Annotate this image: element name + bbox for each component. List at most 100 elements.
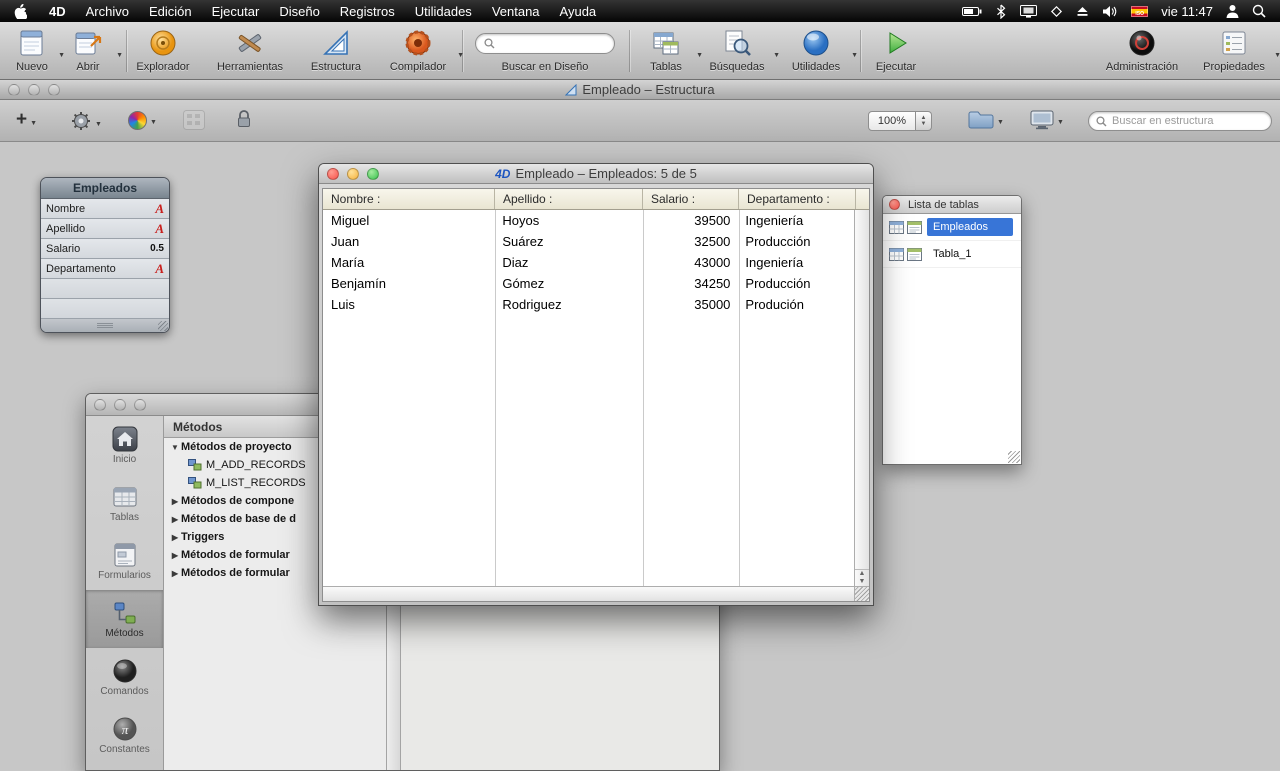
vertical-scrollbar[interactable]: ▲▼ [854,210,869,586]
toolbar-tablas-button[interactable]: ▼ Tablas [638,25,694,73]
structure-field-row[interactable]: Nombre A [41,199,169,219]
apple-menu[interactable] [0,4,39,19]
color-button[interactable]: ▼ [128,111,157,130]
add-object-button[interactable]: +▼ [16,109,37,131]
folder-button[interactable]: ▼ [968,110,1004,130]
volume-icon[interactable] [1102,5,1118,18]
disclosure-closed-icon[interactable]: ▶ [169,497,181,506]
toolbar-nuevo-button[interactable]: ▼ Nuevo [8,25,56,73]
structure-table-empleados[interactable]: Empleados Nombre A Apellido A Salario 0.… [40,177,170,333]
zoom-stepper[interactable]: ▲▼ [916,111,932,131]
records-titlebar[interactable]: 4D Empleado – Empleados: 5 de 5 [319,164,873,184]
disclosure-open-icon[interactable]: ▼ [169,443,181,452]
list-item-tabla1[interactable]: Tabla_1 [883,241,1021,268]
sidebar-item-constantes[interactable]: π Constantes [86,706,163,764]
sidebar-item-comandos[interactable]: Comandos [86,648,163,706]
chevron-down-icon: ▼ [30,120,37,127]
toolbar-abrir-button[interactable]: ▼ Abrir [62,25,114,73]
menu-item-4d[interactable]: 4D [39,0,76,22]
close-button[interactable] [889,199,900,210]
structure-field-row[interactable]: Departamento A [41,259,169,279]
display-mode-button[interactable] [183,110,205,130]
resize-grip[interactable] [1008,451,1020,463]
toolbar-herramientas-button[interactable]: Herramientas [206,25,294,73]
menu-clock[interactable]: vie 11:47 [1161,4,1213,19]
minimize-button[interactable] [347,168,359,180]
resize-grip[interactable] [854,586,869,601]
lock-button[interactable] [236,109,252,129]
menu-item-archivo[interactable]: Archivo [76,0,139,22]
minimize-button[interactable] [114,399,126,411]
battery-icon[interactable] [962,6,982,17]
structure-window-titlebar[interactable]: Empleado – Estructura [0,80,1280,100]
toolbar-estructura-button[interactable]: Estructura [301,25,371,73]
menu-item-edicion[interactable]: Edición [139,0,202,22]
palette-titlebar[interactable]: Lista de tablas [883,196,1021,214]
spotlight-search-icon[interactable] [1252,4,1266,18]
zoom-button[interactable] [367,168,379,180]
column-header-nombre[interactable]: Nombre : [323,189,495,209]
disclosure-closed-icon[interactable]: ▶ [169,569,181,578]
display-button[interactable]: ▼ [1030,110,1064,130]
structure-search-input[interactable] [1112,115,1264,127]
design-search-input[interactable] [500,37,606,49]
column-header-salario[interactable]: Salario : [643,189,739,209]
toolbar-utilidades-button[interactable]: ▼ Utilidades [783,25,849,73]
sidebar-item-inicio[interactable]: Inicio [86,416,163,474]
disclosure-closed-icon[interactable]: ▶ [169,551,181,560]
structure-field-row[interactable]: Salario 0.5 [41,239,169,259]
structure-field-row[interactable]: Apellido A [41,219,169,239]
structure-table-title[interactable]: Empleados [41,178,169,199]
disclosure-closed-icon[interactable]: ▶ [169,515,181,524]
field-name: Departamento [46,263,116,275]
actions-gear-button[interactable]: ▼ [70,110,102,132]
toolbar-compilador-button[interactable]: ▼ Compilador [381,25,455,73]
sidebar-item-formularios[interactable]: Formularios [86,532,163,590]
structure-search[interactable] [1088,111,1272,131]
table-row[interactable]: Luis Rodriguez 35000 Produción [323,294,854,315]
column-header-departamento[interactable]: Departamento : [739,189,856,209]
display-icon[interactable] [1020,5,1037,18]
list-item-empleados[interactable]: Empleados [883,214,1021,241]
design-search-field[interactable] [475,33,615,54]
resize-grip[interactable] [158,321,168,331]
toolbar-explorador-button[interactable]: Explorador [131,25,195,73]
toolbar-design-search[interactable]: Buscar en Diseño [475,25,615,73]
menu-item-ejecutar[interactable]: Ejecutar [202,0,270,22]
scroll-arrows[interactable]: ▲▼ [855,569,869,586]
table-row[interactable]: Juan Suárez 32500 Producción [323,231,854,252]
close-button[interactable] [8,84,20,96]
toolbar-propiedades-button[interactable]: ▼ Propiedades [1196,25,1272,73]
input-language-flag-icon[interactable]: ISO [1131,6,1148,17]
toolbar-administracion-button[interactable]: Administración [1099,25,1185,73]
menu-item-utilidades[interactable]: Utilidades [405,0,482,22]
structure-table-footer[interactable] [41,319,169,332]
zoom-button[interactable] [48,84,60,96]
menu-item-ayuda[interactable]: Ayuda [550,0,607,22]
menu-item-registros[interactable]: Registros [330,0,405,22]
airport-icon[interactable] [1050,5,1063,18]
menu-item-ventana[interactable]: Ventana [482,0,550,22]
sidebar-item-tablas[interactable]: Tablas [86,474,163,532]
horizontal-scrollbar[interactable] [323,586,854,601]
minimize-button[interactable] [28,84,40,96]
records-list-area: Nombre : Apellido : Salario : Departamen… [322,188,870,602]
disclosure-closed-icon[interactable]: ▶ [169,533,181,542]
column-header-apellido[interactable]: Apellido : [495,189,643,209]
toolbar-busquedas-button[interactable]: ▼ Búsquedas [703,25,771,73]
drag-handle[interactable] [97,323,113,328]
eject-icon[interactable] [1076,5,1089,17]
table-row[interactable]: Miguel Hoyos 39500 Ingeniería [323,210,854,231]
zoom-button[interactable] [134,399,146,411]
bluetooth-icon[interactable] [995,4,1007,19]
toolbar-ejecutar-button[interactable]: Ejecutar [867,25,925,73]
sidebar-item-metodos[interactable]: Métodos [86,590,163,648]
close-button[interactable] [327,168,339,180]
user-icon[interactable] [1226,4,1239,18]
close-button[interactable] [94,399,106,411]
plus-icon: + [16,109,27,131]
table-row[interactable]: María Diaz 43000 Ingeniería [323,252,854,273]
table-row[interactable]: Benjamín Gómez 34250 Producción [323,273,854,294]
menu-item-diseno[interactable]: Diseño [269,0,329,22]
zoom-control[interactable]: 100% ▲▼ [868,111,932,131]
